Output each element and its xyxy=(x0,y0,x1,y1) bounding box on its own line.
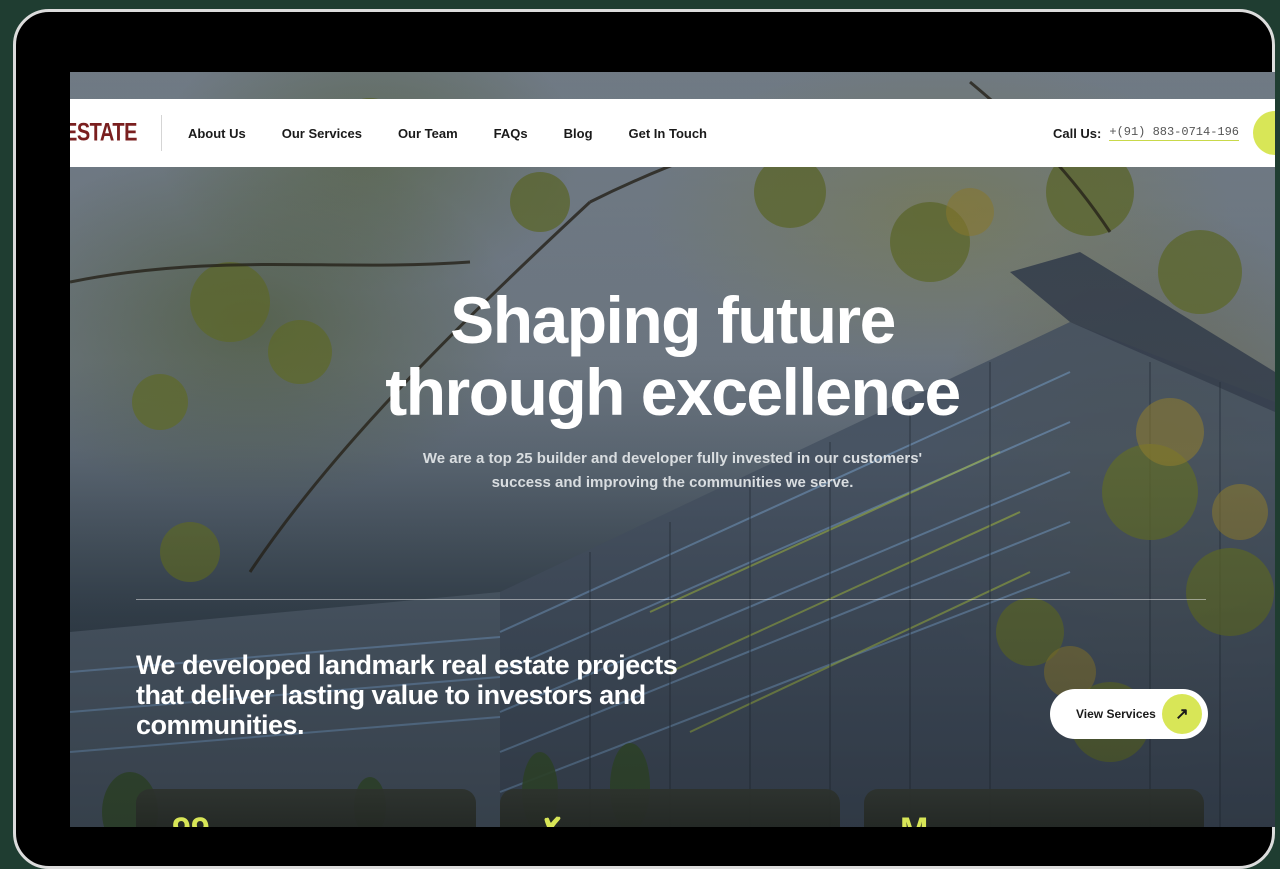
call-us-label: Call Us: xyxy=(1052,125,1102,141)
nav-link-blog[interactable]: Blog xyxy=(564,126,593,141)
hero-title: Shaping future through excellence xyxy=(70,284,1275,428)
brand-logo[interactable]: ESTATE xyxy=(70,119,161,148)
nav-link-our-services[interactable]: Our Services xyxy=(282,126,362,141)
feature-card-3[interactable]: M xyxy=(864,789,1204,827)
feature-card-1-glyph: 99 xyxy=(172,811,210,827)
feature-card-1[interactable]: 99 xyxy=(136,789,476,827)
hero-tagline: We developed landmark real estate projec… xyxy=(136,650,678,740)
nav-divider xyxy=(160,115,162,151)
call-us-block: Call Us: +(91) 883-0714-196 xyxy=(1053,99,1239,167)
nav-link-get-in-touch[interactable]: Get In Touch xyxy=(629,126,707,141)
nav-menu-button[interactable] xyxy=(1253,111,1275,155)
hero-subtitle-line-2: success and improving the communities we… xyxy=(491,474,854,491)
hero-title-line-1: Shaping future xyxy=(450,283,896,357)
device-frame: ESTATE About Us Our Services Our Team FA… xyxy=(13,9,1275,869)
feature-card-2-glyph: ✗ xyxy=(536,811,565,827)
arrow-up-right-icon: ↗ xyxy=(1162,694,1202,734)
nav-link-faqs[interactable]: FAQs xyxy=(494,126,528,141)
hero-divider xyxy=(136,599,1206,600)
view-services-button[interactable]: View Services ↗ xyxy=(1050,689,1208,739)
hero-subtitle: We are a top 25 builder and developer fu… xyxy=(70,447,1275,495)
browser-screen: ESTATE About Us Our Services Our Team FA… xyxy=(70,72,1275,827)
top-navbar: ESTATE About Us Our Services Our Team FA… xyxy=(70,99,1275,167)
feature-cards: 99 ✗ M xyxy=(136,789,1204,827)
feature-card-2[interactable]: ✗ xyxy=(500,789,840,827)
call-us-phone-link[interactable]: +(91) 883-0714-196 xyxy=(1109,125,1239,141)
feature-card-3-glyph: M xyxy=(900,811,928,827)
hero-title-line-2: through excellence xyxy=(385,355,961,429)
nav-link-our-team[interactable]: Our Team xyxy=(398,126,458,141)
view-services-label: View Services xyxy=(1076,707,1156,721)
nav-links: About Us Our Services Our Team FAQs Blog… xyxy=(188,126,743,141)
nav-link-about-us[interactable]: About Us xyxy=(188,126,246,141)
hero-subtitle-line-1: We are a top 25 builder and developer fu… xyxy=(422,450,923,467)
